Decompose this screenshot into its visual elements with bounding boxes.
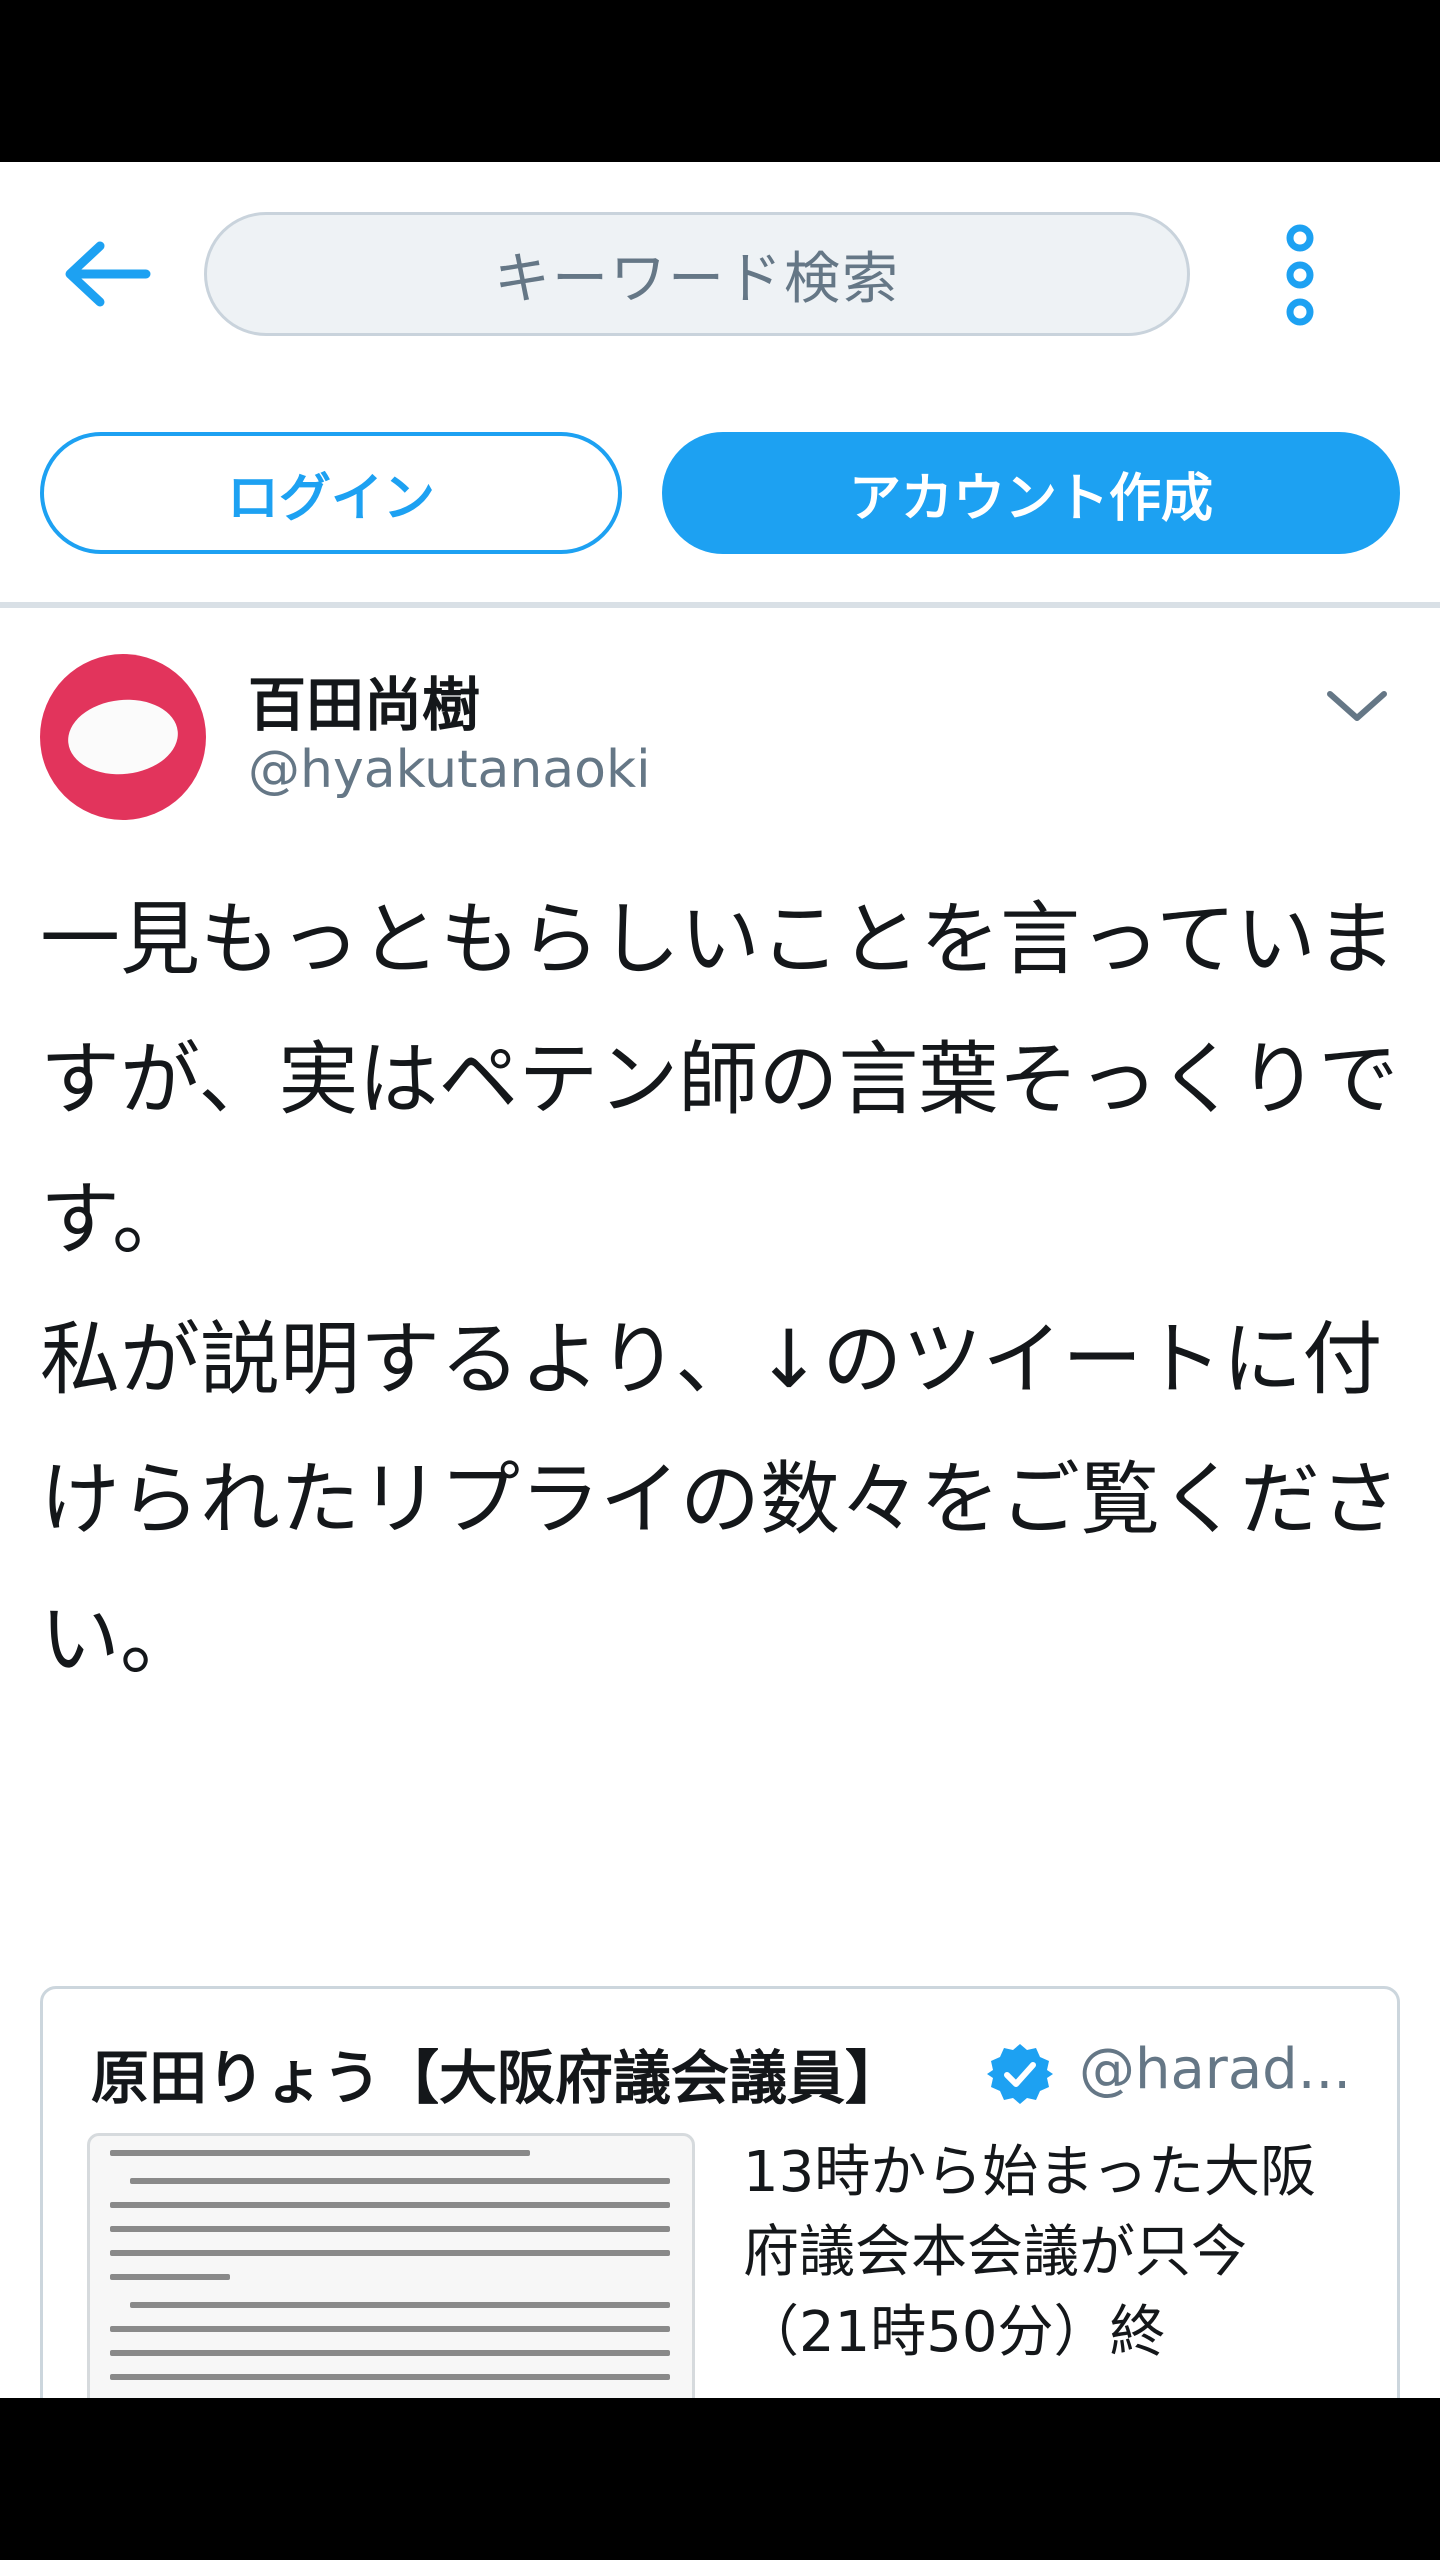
tweet-text: 一見もっともらしいことを言っていますが、実はペテン師の言葉そっくりです。 私が説…: [40, 893, 1400, 1686]
quoted-author-name: 原田りょう【大阪府議会議員】: [91, 2044, 904, 2112]
header-divider: [0, 602, 1440, 608]
create-account-button[interactable]: アカウント作成: [662, 432, 1400, 554]
more-vertical-icon: [1286, 224, 1314, 326]
more-options-button[interactable]: [1270, 220, 1330, 330]
back-arrow-icon: [65, 241, 151, 307]
chevron-down-icon: [1327, 691, 1387, 721]
create-account-label: アカウント作成: [848, 468, 1213, 529]
login-button[interactable]: ログイン: [40, 432, 622, 554]
search-placeholder: キーワード検索: [494, 246, 900, 312]
author-handle[interactable]: @hyakutanaoki: [248, 740, 651, 800]
quoted-tweet-text: 13時から始まった大阪府議会本会議が只今（21時50分）終: [743, 2140, 1317, 2365]
verified-badge-icon: [987, 2044, 1053, 2104]
author-name[interactable]: 百田尚樹: [248, 658, 480, 742]
login-label: ログイン: [226, 468, 435, 529]
search-input[interactable]: キーワード検索: [204, 212, 1190, 336]
avatar[interactable]: [40, 654, 206, 820]
quoted-author-handle: @harad...: [1079, 2037, 1352, 2102]
avatar-image: [64, 694, 182, 780]
back-button[interactable]: [58, 224, 158, 324]
auth-buttons: ログイン アカウント作成: [0, 432, 1440, 562]
tweet-menu-button[interactable]: [1324, 686, 1390, 726]
quoted-tweet[interactable]: 原田りょう【大阪府議会議員】 @harad... 13時から始まった大阪府議会本…: [40, 1986, 1400, 2398]
app-screen: キーワード検索 ログイン アカウント作成 百田尚樹 @hyakutanaoki: [0, 162, 1440, 2398]
top-bar: キーワード検索: [0, 162, 1440, 382]
document-image[interactable]: [87, 2133, 695, 2398]
